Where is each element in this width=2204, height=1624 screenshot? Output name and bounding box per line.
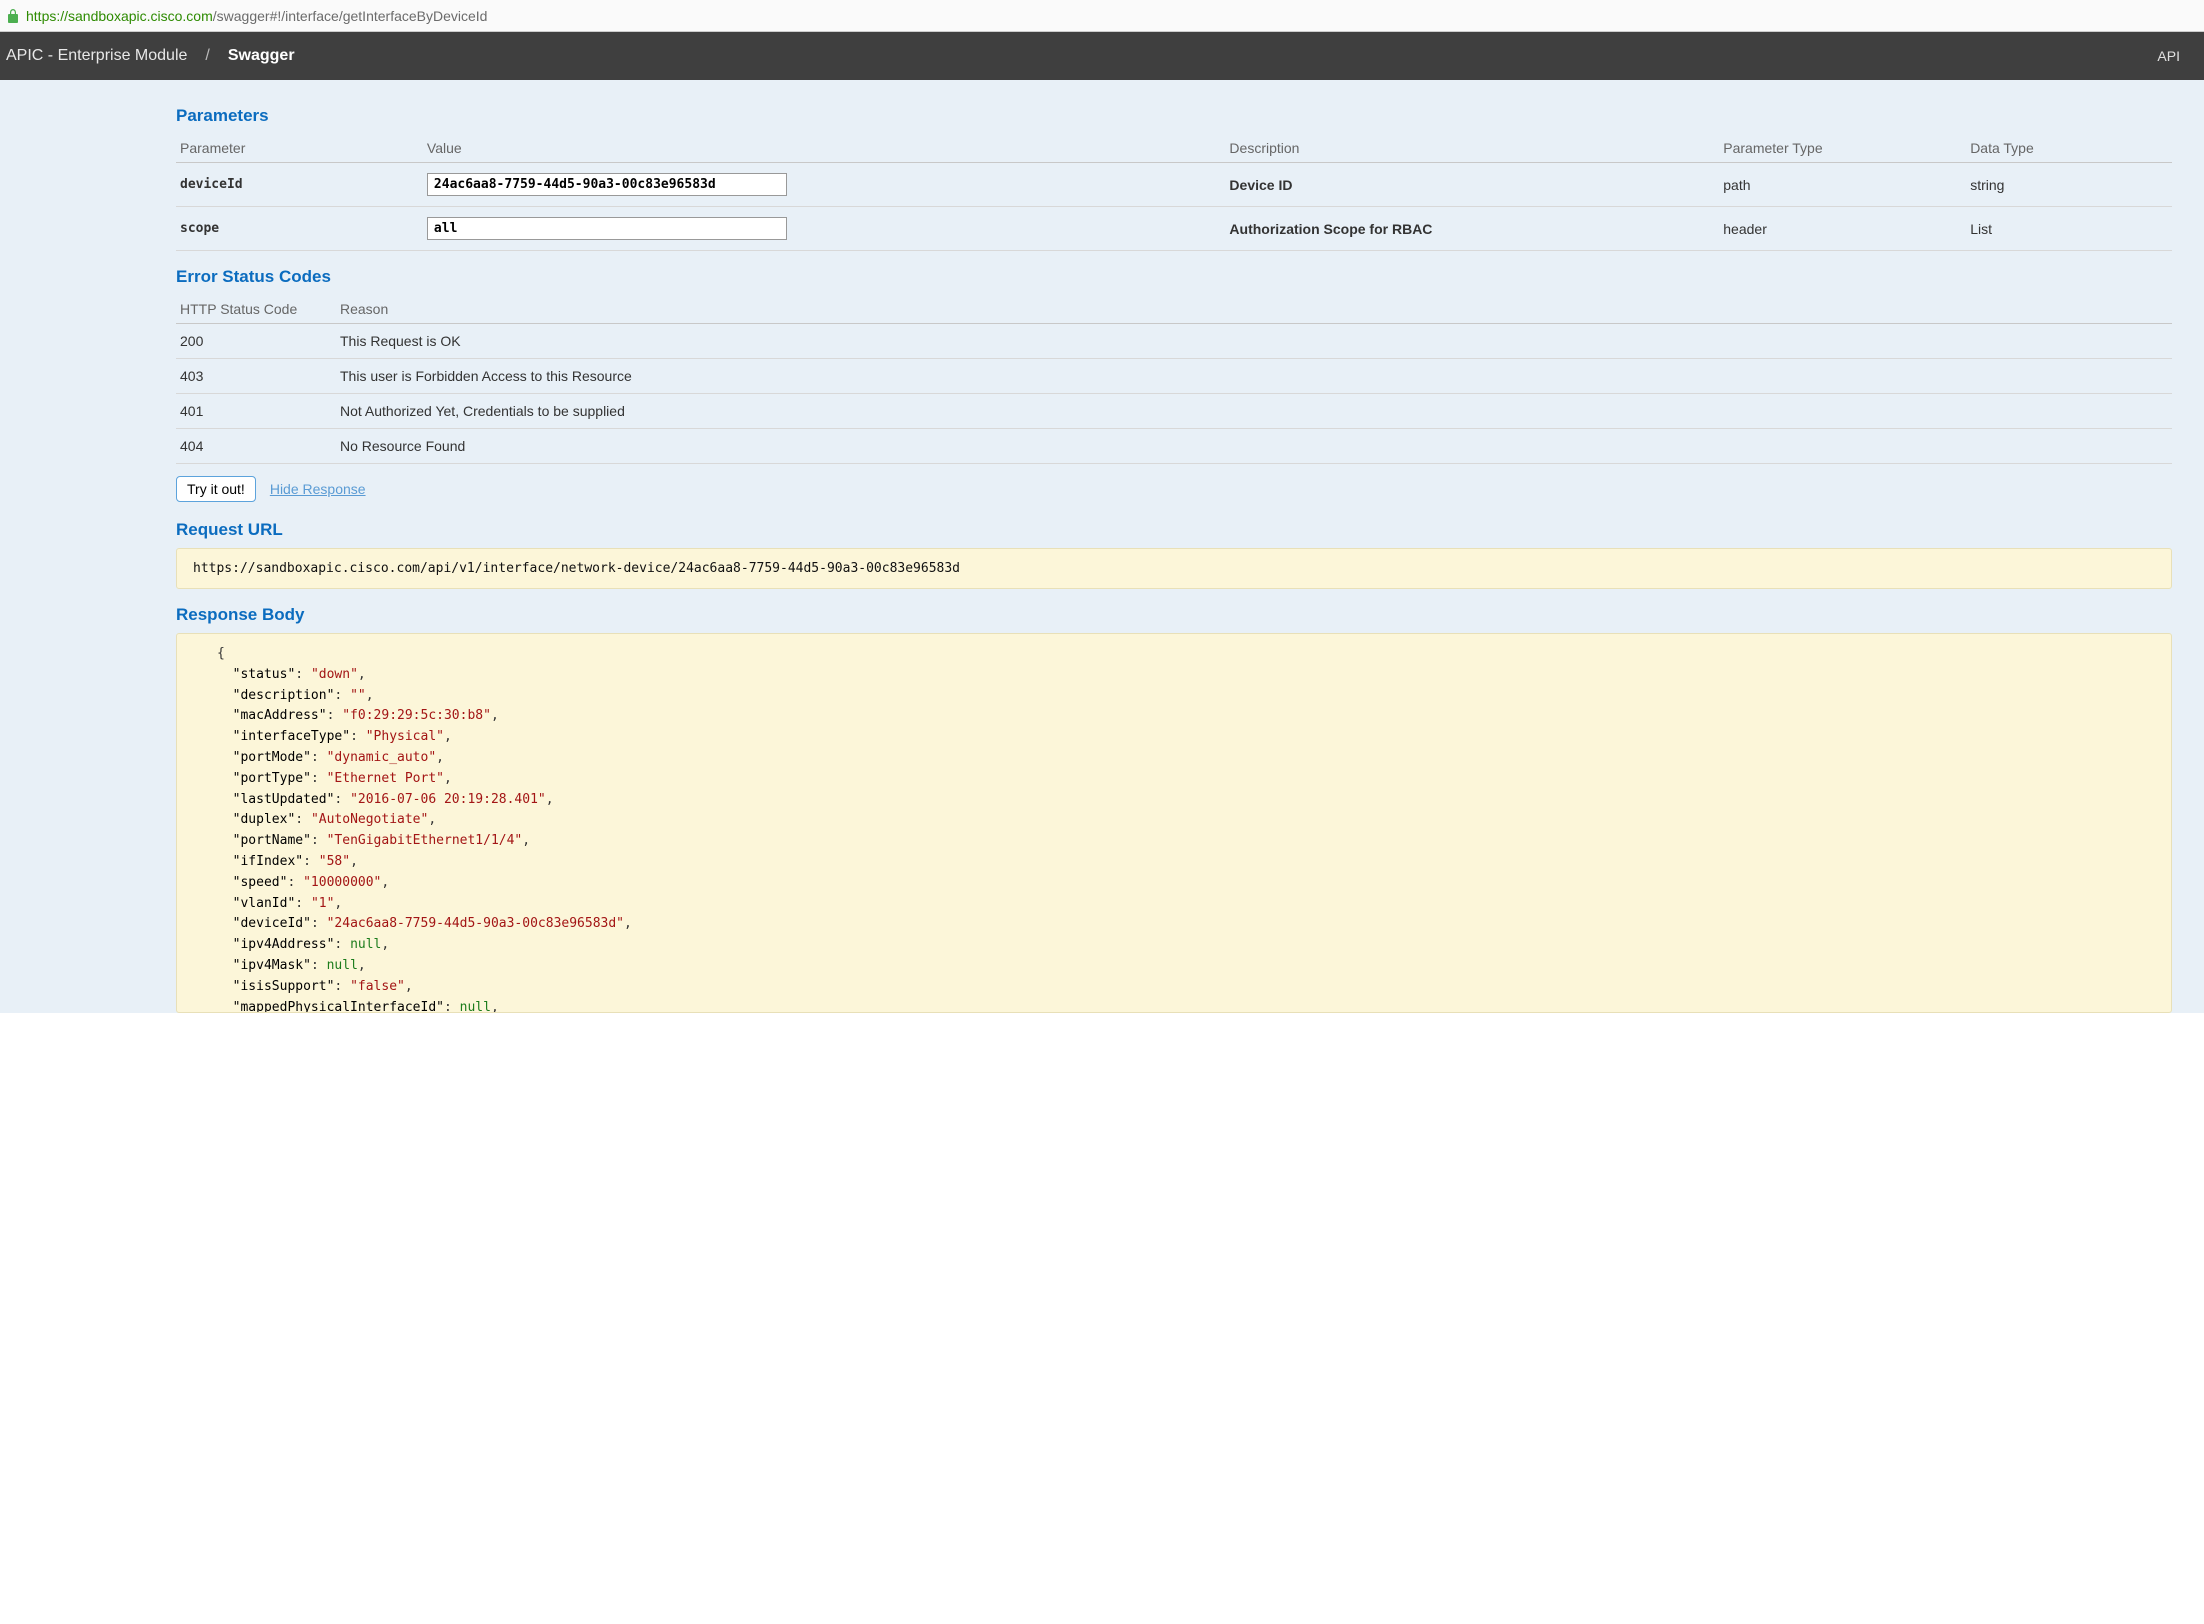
response-body-box: { "status": "down", "description": "", "… (176, 633, 2172, 1013)
param-input-scope[interactable] (427, 217, 787, 240)
url-scheme-host: https://sandboxapic.cisco.com (26, 8, 213, 24)
col-data-type: Data Type (1966, 134, 2172, 163)
param-paramtype: header (1719, 207, 1966, 251)
error-reason: This Request is OK (336, 324, 2172, 359)
param-row-scope: scope Authorization Scope for RBAC heade… (176, 207, 2172, 251)
param-desc: Device ID (1225, 163, 1719, 207)
error-row: 200This Request is OK (176, 324, 2172, 359)
swagger-content: Parameters Parameter Value Description P… (0, 80, 2204, 1013)
error-code: 401 (176, 394, 336, 429)
url-path: /swagger#!/interface/getInterfaceByDevic… (213, 8, 488, 24)
param-input-deviceid[interactable] (427, 173, 787, 196)
request-url-box: https://sandboxapic.cisco.com/api/v1/int… (176, 548, 2172, 589)
try-it-out-button[interactable]: Try it out! (176, 476, 256, 502)
response-body-heading: Response Body (176, 605, 2172, 625)
param-datatype: string (1966, 163, 2172, 207)
top-nav: APIC - Enterprise Module / Swagger API (0, 32, 2204, 80)
error-code: 403 (176, 359, 336, 394)
col-status-code: HTTP Status Code (176, 295, 336, 324)
error-reason: This user is Forbidden Access to this Re… (336, 359, 2172, 394)
errors-table: HTTP Status Code Reason 200This Request … (176, 295, 2172, 464)
breadcrumb-swagger[interactable]: Swagger (228, 47, 295, 65)
lock-icon (6, 9, 20, 23)
api-link[interactable]: API (2157, 48, 2180, 64)
parameters-table: Parameter Value Description Parameter Ty… (176, 134, 2172, 251)
param-row-deviceid: deviceId Device ID path string (176, 163, 2172, 207)
hide-response-link[interactable]: Hide Response (270, 481, 366, 497)
col-description: Description (1225, 134, 1719, 163)
error-reason: No Resource Found (336, 429, 2172, 464)
error-row: 404No Resource Found (176, 429, 2172, 464)
error-row: 401Not Authorized Yet, Credentials to be… (176, 394, 2172, 429)
param-datatype: List (1966, 207, 2172, 251)
error-row: 403This user is Forbidden Access to this… (176, 359, 2172, 394)
param-name: deviceId (176, 163, 423, 207)
browser-address-bar[interactable]: https://sandboxapic.cisco.com/swagger#!/… (0, 0, 2204, 32)
col-parameter: Parameter (176, 134, 423, 163)
col-param-type: Parameter Type (1719, 134, 1966, 163)
request-url-heading: Request URL (176, 520, 2172, 540)
param-paramtype: path (1719, 163, 1966, 207)
parameters-heading: Parameters (176, 106, 2172, 126)
breadcrumb-sep: / (205, 47, 209, 65)
param-name: scope (176, 207, 423, 251)
error-code: 404 (176, 429, 336, 464)
app-title[interactable]: APIC - Enterprise Module (6, 47, 187, 65)
error-reason: Not Authorized Yet, Credentials to be su… (336, 394, 2172, 429)
col-reason: Reason (336, 295, 2172, 324)
param-desc: Authorization Scope for RBAC (1225, 207, 1719, 251)
errors-heading: Error Status Codes (176, 267, 2172, 287)
col-value: Value (423, 134, 1226, 163)
error-code: 200 (176, 324, 336, 359)
